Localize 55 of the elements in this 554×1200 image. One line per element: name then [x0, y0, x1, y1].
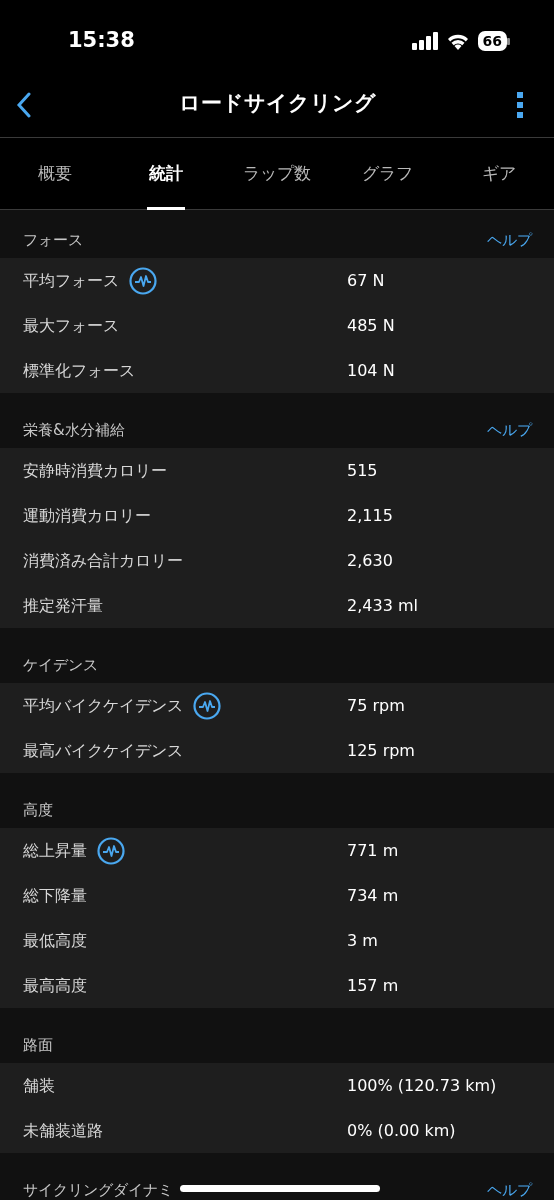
stat-value: 100% (120.73 km)	[347, 1074, 497, 1097]
chart-icon[interactable]	[129, 266, 157, 295]
back-button[interactable]	[16, 92, 32, 118]
stat-label: 運動消費カロリー	[23, 504, 151, 527]
stat-value: 104 N	[347, 359, 395, 382]
section-title: ケイデンス	[23, 654, 98, 676]
tab[interactable]: ラップ数	[221, 138, 333, 210]
stat-label: 総上昇量	[23, 839, 87, 862]
stat-value: 734 m	[347, 884, 399, 907]
stat-value: 771 m	[347, 839, 399, 862]
help-link[interactable]: ヘルプ	[487, 418, 532, 441]
status-time: 15:38	[68, 27, 135, 55]
tab[interactable]: 統計	[110, 138, 222, 210]
battery-level: 66	[477, 31, 507, 51]
stat-label: 平均バイクケイデンス	[23, 694, 183, 717]
stat-label: 推定発汗量	[23, 594, 103, 617]
section-title: フォース	[23, 229, 83, 251]
section-title: 路面	[23, 1034, 53, 1056]
stat-label: 消費済み合計カロリー	[23, 549, 183, 572]
stat-value: 75 rpm	[347, 694, 405, 717]
stat-label: 安静時消費カロリー	[23, 459, 167, 482]
stat-value: 157 m	[347, 974, 399, 997]
tab[interactable]: ギア	[443, 138, 554, 210]
stat-value: 2,433 ml	[347, 594, 418, 617]
battery-tip-icon	[507, 37, 510, 45]
tab[interactable]: グラフ	[332, 138, 444, 210]
stat-label: 未舗装道路	[23, 1119, 103, 1142]
stat-value: 2,115	[347, 504, 393, 527]
stat-value: 3 m	[347, 929, 378, 952]
stat-value: 515	[347, 459, 378, 482]
help-link[interactable]: ヘルプ	[487, 228, 532, 251]
stat-label: 最高バイクケイデンス	[23, 739, 183, 762]
stat-label: 最低高度	[23, 929, 87, 952]
wifi-icon	[445, 32, 470, 50]
help-link[interactable]: ヘルプ	[487, 1178, 532, 1200]
section-title: 高度	[23, 799, 53, 821]
section-title: 栄養&水分補給	[23, 419, 125, 441]
stat-label: 最大フォース	[23, 314, 119, 337]
stat-label: 平均フォース	[23, 269, 119, 292]
tab[interactable]: 概要	[0, 138, 111, 210]
more-options-button[interactable]	[516, 92, 524, 118]
stat-label: 総下降量	[23, 884, 87, 907]
stat-value: 0% (0.00 km)	[347, 1119, 456, 1142]
stat-value: 67 N	[347, 269, 385, 292]
stat-value: 125 rpm	[347, 739, 415, 762]
chart-icon[interactable]	[97, 836, 125, 865]
stat-label: 標準化フォース	[23, 359, 135, 382]
stat-label: 舗装	[23, 1074, 55, 1097]
stat-value: 485 N	[347, 314, 395, 337]
stat-label: 最高高度	[23, 974, 87, 997]
section-title: サイクリングダイナミ	[23, 1179, 173, 1200]
screen-title: ロードサイクリング	[178, 89, 376, 117]
chart-icon[interactable]	[193, 691, 221, 720]
signal-icon	[411, 32, 438, 50]
stat-value: 2,630	[347, 549, 393, 572]
